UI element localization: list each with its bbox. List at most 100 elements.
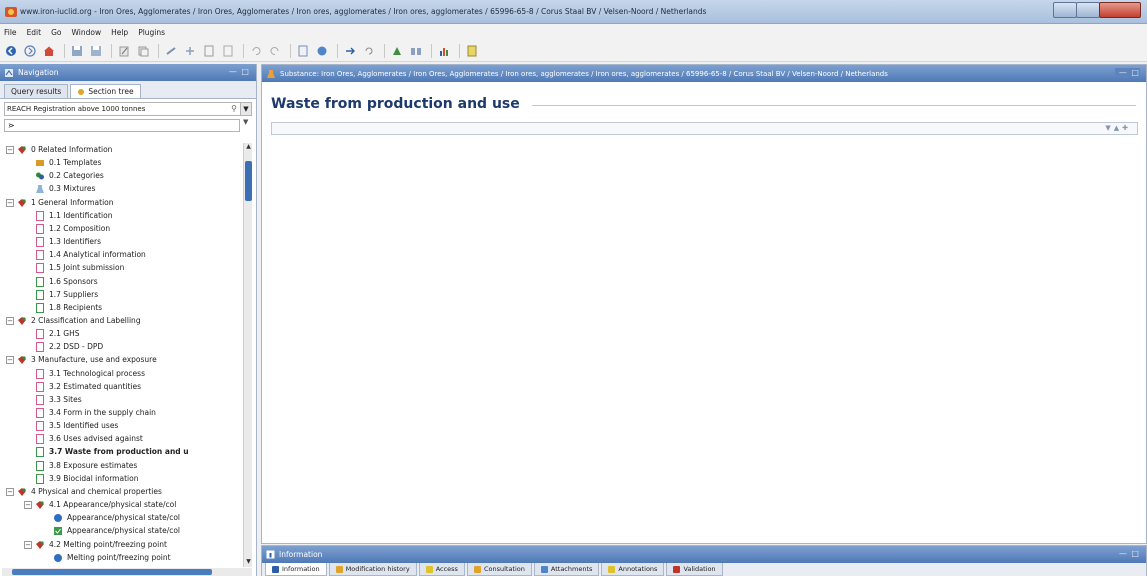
- tree-node[interactable]: − 2 Classification and Labelling: [6, 314, 141, 327]
- arrow-button[interactable]: [342, 43, 358, 59]
- section-controls-icon[interactable]: ▼▲✚: [1105, 124, 1131, 132]
- tree-node[interactable]: − 1 General Information: [6, 196, 114, 209]
- tree-node[interactable]: 3.2 Estimated quantities: [24, 380, 141, 393]
- save-all-button[interactable]: [88, 43, 104, 59]
- refresh-button[interactable]: [361, 43, 377, 59]
- tab-information[interactable]: Information: [265, 563, 327, 576]
- tab-query-results[interactable]: Query results: [4, 84, 69, 98]
- tree-node[interactable]: 1.4 Analytical information: [24, 248, 146, 261]
- collapse-toggle-icon[interactable]: −: [6, 355, 14, 364]
- maximize-button[interactable]: [1076, 2, 1100, 18]
- chevron-down-icon[interactable]: ▼: [240, 103, 251, 115]
- scroll-down-icon[interactable]: ▼: [244, 558, 253, 567]
- tree-node-label: 2.1 GHS: [49, 329, 80, 338]
- menu-edit[interactable]: Edit: [27, 28, 42, 37]
- toolbar: [0, 40, 1147, 62]
- tree-node[interactable]: 1.1 Identification: [24, 209, 113, 222]
- magnifier-icon[interactable]: ⚲: [231, 104, 237, 113]
- horizontal-scrollbar-thumb[interactable]: [12, 569, 212, 575]
- tree-node[interactable]: 1.2 Composition: [24, 222, 110, 235]
- tab-annotations[interactable]: Annotations: [601, 563, 665, 576]
- tree-node[interactable]: 1.6 Sponsors: [24, 275, 98, 288]
- menu-go[interactable]: Go: [51, 28, 61, 37]
- tree-node[interactable]: − 4 Physical and chemical properties: [6, 485, 162, 498]
- menu-help[interactable]: Help: [111, 28, 128, 37]
- tab-consultation[interactable]: Consultation: [466, 563, 532, 576]
- minimize-button[interactable]: [1053, 2, 1077, 18]
- filter-options-icon[interactable]: ▼: [243, 118, 248, 126]
- tree-node[interactable]: 3.6 Uses advised against: [24, 432, 143, 445]
- panel-minmax-icon[interactable]: — □: [1114, 68, 1140, 77]
- tree-node[interactable]: 0.2 Categories: [24, 169, 104, 182]
- tree-node[interactable]: 3.9 Biocidal information: [24, 472, 138, 485]
- collapse-toggle-icon[interactable]: −: [6, 316, 14, 325]
- tree-node[interactable]: 1.7 Suppliers: [24, 288, 98, 301]
- tree-node[interactable]: Appearance/physical state/col: [42, 524, 180, 537]
- report-button[interactable]: [295, 43, 311, 59]
- tree-node[interactable]: − 0 Related Information: [6, 143, 112, 156]
- tree-node-label: 3.2 Estimated quantities: [49, 382, 142, 391]
- tree-node[interactable]: 0.3 Mixtures: [24, 182, 95, 195]
- collapse-toggle-icon[interactable]: −: [6, 487, 14, 496]
- back-button[interactable]: [3, 43, 19, 59]
- tree-node[interactable]: 3.7 Waste from production and u: [24, 445, 189, 458]
- panel-minmax-icon[interactable]: — □: [229, 67, 250, 76]
- globe-button[interactable]: [314, 43, 330, 59]
- scroll-up-icon[interactable]: ▲: [244, 143, 253, 152]
- forward-button[interactable]: [22, 43, 38, 59]
- filter-input[interactable]: ⋗: [4, 119, 240, 132]
- tree-node[interactable]: − 4.1 Appearance/physical state/col: [24, 498, 176, 511]
- document-copy-button[interactable]: [220, 43, 236, 59]
- add-button[interactable]: [182, 43, 198, 59]
- tree-node[interactable]: 3.4 Form in the supply chain: [24, 406, 156, 419]
- tree-node[interactable]: 2.1 GHS: [24, 327, 80, 340]
- tree-node[interactable]: 0.1 Templates: [24, 156, 101, 169]
- tab-section-tree[interactable]: Section tree: [70, 84, 141, 98]
- tab-attachments[interactable]: Attachments: [533, 563, 600, 576]
- menu-window[interactable]: Window: [72, 28, 102, 37]
- collapse-toggle-icon[interactable]: −: [24, 540, 32, 549]
- tree-node[interactable]: 3.1 Technological process: [24, 367, 145, 380]
- tree-node[interactable]: − 3 Manufacture, use and exposure: [6, 353, 157, 366]
- tree-node[interactable]: 1.8 Recipients: [24, 301, 102, 314]
- tree-node[interactable]: − 4.2 Melting point/freezing point: [24, 538, 167, 551]
- scrollbar-thumb[interactable]: [245, 161, 252, 201]
- close-button[interactable]: [1099, 2, 1141, 18]
- undo-button[interactable]: [248, 43, 264, 59]
- tree-node-label: 3.4 Form in the supply chain: [49, 408, 156, 417]
- tree-vertical-scrollbar[interactable]: ▲ ▼: [243, 143, 252, 567]
- tree-button[interactable]: [389, 43, 405, 59]
- collapse-toggle-icon[interactable]: −: [24, 500, 32, 509]
- tree-node[interactable]: 3.5 Identified uses: [24, 419, 118, 432]
- menu-file[interactable]: File: [4, 28, 17, 37]
- collapse-toggle-icon[interactable]: −: [6, 145, 14, 154]
- template-selector[interactable]: REACH Registration above 1000 tonnes ⚲ ▼: [4, 102, 252, 116]
- toolbar-separator: [243, 43, 244, 58]
- panel-minmax-icon[interactable]: — □: [1119, 549, 1140, 558]
- tab-access[interactable]: Access: [418, 563, 465, 576]
- tab-modification-history[interactable]: Modification history: [328, 563, 417, 576]
- home-button[interactable]: [41, 43, 57, 59]
- document-button[interactable]: [201, 43, 217, 59]
- menu-plugins[interactable]: Plugins: [138, 28, 165, 37]
- save-button[interactable]: [69, 43, 85, 59]
- tree-node[interactable]: Melting point/freezing point: [42, 551, 171, 564]
- compare-button[interactable]: [408, 43, 424, 59]
- highlight-button[interactable]: [464, 43, 480, 59]
- tree-node[interactable]: 1.3 Identifiers: [24, 235, 101, 248]
- tree-node[interactable]: 1.5 Joint submission: [24, 261, 124, 274]
- tab-validation[interactable]: Validation: [666, 563, 723, 576]
- tree-node[interactable]: 2.2 DSD - DPD: [24, 340, 103, 353]
- copy-button[interactable]: [135, 43, 151, 59]
- tree-horizontal-scrollbar[interactable]: [2, 568, 252, 576]
- red-folder-icon: [17, 487, 27, 497]
- tree-node[interactable]: Appearance/physical state/col: [42, 511, 180, 524]
- tree-node-label: 0.1 Templates: [49, 158, 102, 167]
- redo-button[interactable]: [267, 43, 283, 59]
- tree-node[interactable]: 3.8 Exposure estimates: [24, 459, 137, 472]
- link-button[interactable]: [163, 43, 179, 59]
- chart-button[interactable]: [436, 43, 452, 59]
- tree-node[interactable]: 3.3 Sites: [24, 393, 82, 406]
- collapse-toggle-icon[interactable]: −: [6, 198, 14, 207]
- edit-button[interactable]: [116, 43, 132, 59]
